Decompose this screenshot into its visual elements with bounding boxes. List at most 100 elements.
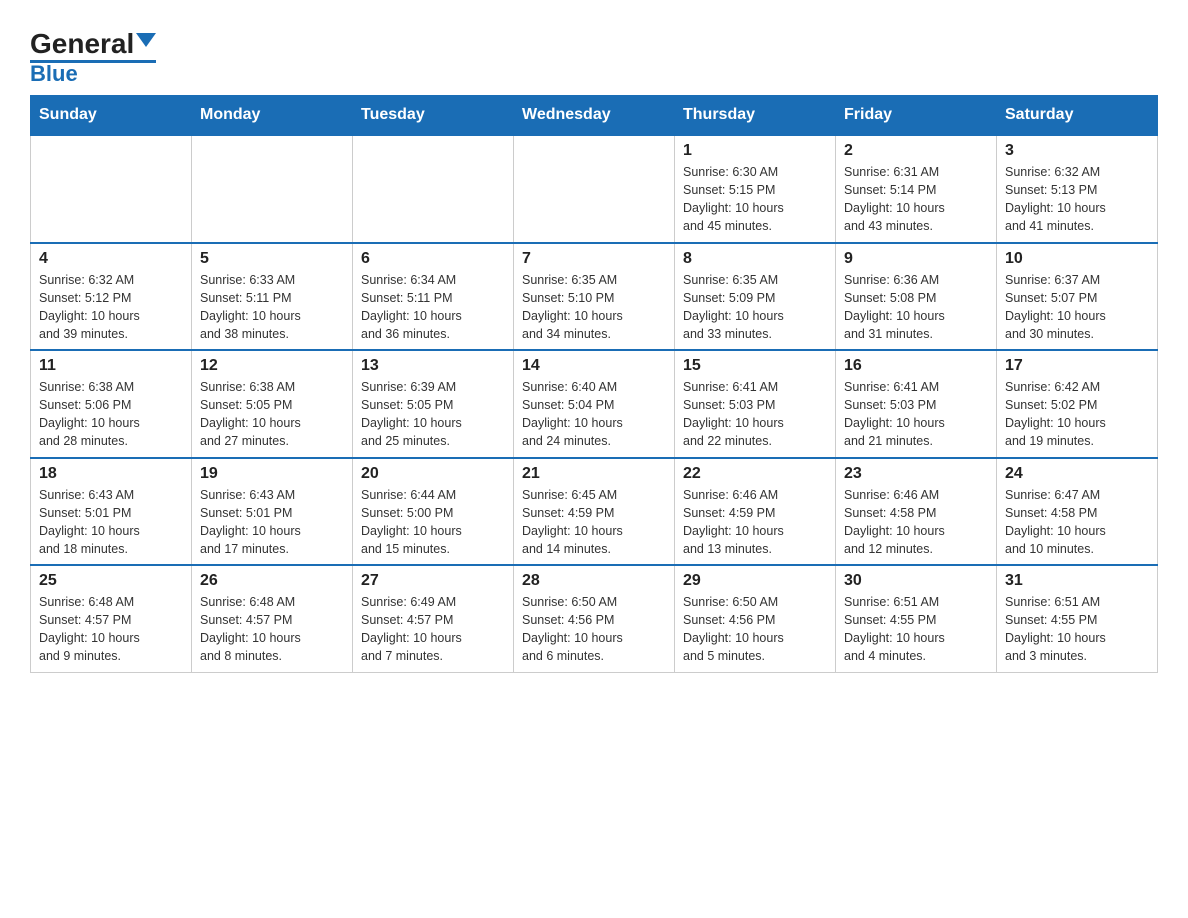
day-info: Sunrise: 6:39 AMSunset: 5:05 PMDaylight:… — [361, 378, 505, 451]
day-number: 24 — [1005, 465, 1149, 483]
day-info: Sunrise: 6:32 AMSunset: 5:12 PMDaylight:… — [39, 271, 183, 344]
day-cell-3-6: 16 Sunrise: 6:41 AMSunset: 5:03 PMDayligh… — [836, 350, 997, 458]
day-cell-3-5: 15 Sunrise: 6:41 AMSunset: 5:03 PMDayligh… — [675, 350, 836, 458]
day-cell-4-2: 19Sunrise: 6:43 AMSunset: 5:01 PMDayligh… — [192, 458, 353, 566]
day-info: Sunrise: 6:42 AMSunset: 5:02 PMDaylight:… — [1005, 378, 1149, 451]
day-cell-4-3: 20 Sunrise: 6:44 AMSunset: 5:00 PMDayligh… — [353, 458, 514, 566]
day-info: Sunrise: 6:44 AMSunset: 5:00 PMDaylight:… — [361, 486, 505, 559]
day-info: Sunrise: 6:45 AMSunset: 4:59 PMDaylight:… — [522, 486, 666, 559]
day-number: 31 — [1005, 572, 1149, 590]
day-cell-3-4: 14Sunrise: 6:40 AMSunset: 5:04 PMDayligh… — [514, 350, 675, 458]
day-info: Sunrise: 6:38 AMSunset: 5:06 PMDaylight:… — [39, 378, 183, 451]
day-cell-4-7: 24 Sunrise: 6:47 AMSunset: 4:58 PMDayligh… — [997, 458, 1158, 566]
day-info: Sunrise: 6:50 AMSunset: 4:56 PMDaylight:… — [522, 593, 666, 666]
logo-triangle-icon — [136, 33, 156, 47]
day-number: 27 — [361, 572, 505, 590]
day-cell-4-5: 22 Sunrise: 6:46 AMSunset: 4:59 PMDayligh… — [675, 458, 836, 566]
day-info: Sunrise: 6:48 AMSunset: 4:57 PMDaylight:… — [39, 593, 183, 666]
col-header-sunday: Sunday — [31, 96, 192, 136]
day-number: 9 — [844, 250, 988, 268]
day-info: Sunrise: 6:46 AMSunset: 4:58 PMDaylight:… — [844, 486, 988, 559]
day-cell-5-7: 31 Sunrise: 6:51 AMSunset: 4:55 PMDayligh… — [997, 565, 1158, 672]
week-row-3: 11 Sunrise: 6:38 AMSunset: 5:06 PMDayligh… — [31, 350, 1158, 458]
day-info: Sunrise: 6:43 AMSunset: 5:01 PMDaylight:… — [200, 486, 344, 559]
day-number: 6 — [361, 250, 505, 268]
day-cell-3-2: 12Sunrise: 6:38 AMSunset: 5:05 PMDayligh… — [192, 350, 353, 458]
day-cell-5-2: 26Sunrise: 6:48 AMSunset: 4:57 PMDayligh… — [192, 565, 353, 672]
day-number: 3 — [1005, 142, 1149, 160]
day-number: 20 — [361, 465, 505, 483]
day-info: Sunrise: 6:51 AMSunset: 4:55 PMDaylight:… — [844, 593, 988, 666]
logo: General Blue — [30, 30, 156, 85]
day-cell-2-6: 9 Sunrise: 6:36 AMSunset: 5:08 PMDaylight… — [836, 243, 997, 351]
day-number: 15 — [683, 357, 827, 375]
day-info: Sunrise: 6:50 AMSunset: 4:56 PMDaylight:… — [683, 593, 827, 666]
day-info: Sunrise: 6:48 AMSunset: 4:57 PMDaylight:… — [200, 593, 344, 666]
day-info: Sunrise: 6:41 AMSunset: 5:03 PMDaylight:… — [683, 378, 827, 451]
col-header-saturday: Saturday — [997, 96, 1158, 136]
header: General Blue — [30, 30, 1158, 85]
day-number: 21 — [522, 465, 666, 483]
day-number: 11 — [39, 357, 183, 375]
day-number: 5 — [200, 250, 344, 268]
day-number: 4 — [39, 250, 183, 268]
day-cell-1-4 — [514, 135, 675, 243]
col-header-friday: Friday — [836, 96, 997, 136]
week-row-5: 25 Sunrise: 6:48 AMSunset: 4:57 PMDayligh… — [31, 565, 1158, 672]
day-cell-5-5: 29 Sunrise: 6:50 AMSunset: 4:56 PMDayligh… — [675, 565, 836, 672]
col-header-wednesday: Wednesday — [514, 96, 675, 136]
day-cell-2-3: 6 Sunrise: 6:34 AMSunset: 5:11 PMDaylight… — [353, 243, 514, 351]
week-row-2: 4 Sunrise: 6:32 AMSunset: 5:12 PMDaylight… — [31, 243, 1158, 351]
day-info: Sunrise: 6:35 AMSunset: 5:10 PMDaylight:… — [522, 271, 666, 344]
day-number: 23 — [844, 465, 988, 483]
day-number: 10 — [1005, 250, 1149, 268]
day-info: Sunrise: 6:41 AMSunset: 5:03 PMDaylight:… — [844, 378, 988, 451]
day-info: Sunrise: 6:31 AMSunset: 5:14 PMDaylight:… — [844, 163, 988, 236]
day-cell-1-2 — [192, 135, 353, 243]
day-info: Sunrise: 6:46 AMSunset: 4:59 PMDaylight:… — [683, 486, 827, 559]
day-info: Sunrise: 6:51 AMSunset: 4:55 PMDaylight:… — [1005, 593, 1149, 666]
day-number: 22 — [683, 465, 827, 483]
day-cell-3-3: 13 Sunrise: 6:39 AMSunset: 5:05 PMDayligh… — [353, 350, 514, 458]
day-number: 8 — [683, 250, 827, 268]
day-number: 29 — [683, 572, 827, 590]
day-info: Sunrise: 6:37 AMSunset: 5:07 PMDaylight:… — [1005, 271, 1149, 344]
day-number: 1 — [683, 142, 827, 160]
day-cell-1-5: 1Sunrise: 6:30 AMSunset: 5:15 PMDaylight… — [675, 135, 836, 243]
logo-text-blue: Blue — [30, 63, 78, 85]
day-number: 7 — [522, 250, 666, 268]
day-cell-5-6: 30 Sunrise: 6:51 AMSunset: 4:55 PMDayligh… — [836, 565, 997, 672]
day-cell-2-5: 8 Sunrise: 6:35 AMSunset: 5:09 PMDaylight… — [675, 243, 836, 351]
day-cell-4-4: 21 Sunrise: 6:45 AMSunset: 4:59 PMDayligh… — [514, 458, 675, 566]
calendar-header-row: Sunday Monday Tuesday Wednesday Thursday… — [31, 96, 1158, 136]
day-number: 16 — [844, 357, 988, 375]
calendar-body: 1Sunrise: 6:30 AMSunset: 5:15 PMDaylight… — [31, 135, 1158, 672]
day-number: 25 — [39, 572, 183, 590]
day-number: 28 — [522, 572, 666, 590]
col-header-thursday: Thursday — [675, 96, 836, 136]
day-number: 14 — [522, 357, 666, 375]
day-number: 18 — [39, 465, 183, 483]
day-number: 30 — [844, 572, 988, 590]
day-info: Sunrise: 6:32 AMSunset: 5:13 PMDaylight:… — [1005, 163, 1149, 236]
day-cell-2-2: 5 Sunrise: 6:33 AMSunset: 5:11 PMDaylight… — [192, 243, 353, 351]
day-cell-5-1: 25 Sunrise: 6:48 AMSunset: 4:57 PMDayligh… — [31, 565, 192, 672]
week-row-4: 18 Sunrise: 6:43 AMSunset: 5:01 PMDayligh… — [31, 458, 1158, 566]
day-info: Sunrise: 6:47 AMSunset: 4:58 PMDaylight:… — [1005, 486, 1149, 559]
day-cell-1-6: 2 Sunrise: 6:31 AMSunset: 5:14 PMDaylight… — [836, 135, 997, 243]
day-info: Sunrise: 6:33 AMSunset: 5:11 PMDaylight:… — [200, 271, 344, 344]
day-info: Sunrise: 6:34 AMSunset: 5:11 PMDaylight:… — [361, 271, 505, 344]
week-row-1: 1Sunrise: 6:30 AMSunset: 5:15 PMDaylight… — [31, 135, 1158, 243]
day-cell-1-7: 3 Sunrise: 6:32 AMSunset: 5:13 PMDaylight… — [997, 135, 1158, 243]
day-number: 13 — [361, 357, 505, 375]
day-cell-1-1 — [31, 135, 192, 243]
day-info: Sunrise: 6:36 AMSunset: 5:08 PMDaylight:… — [844, 271, 988, 344]
day-cell-5-3: 27 Sunrise: 6:49 AMSunset: 4:57 PMDayligh… — [353, 565, 514, 672]
day-cell-4-6: 23 Sunrise: 6:46 AMSunset: 4:58 PMDayligh… — [836, 458, 997, 566]
day-number: 2 — [844, 142, 988, 160]
day-info: Sunrise: 6:43 AMSunset: 5:01 PMDaylight:… — [39, 486, 183, 559]
day-info: Sunrise: 6:38 AMSunset: 5:05 PMDaylight:… — [200, 378, 344, 451]
day-info: Sunrise: 6:49 AMSunset: 4:57 PMDaylight:… — [361, 593, 505, 666]
col-header-tuesday: Tuesday — [353, 96, 514, 136]
day-info: Sunrise: 6:35 AMSunset: 5:09 PMDaylight:… — [683, 271, 827, 344]
